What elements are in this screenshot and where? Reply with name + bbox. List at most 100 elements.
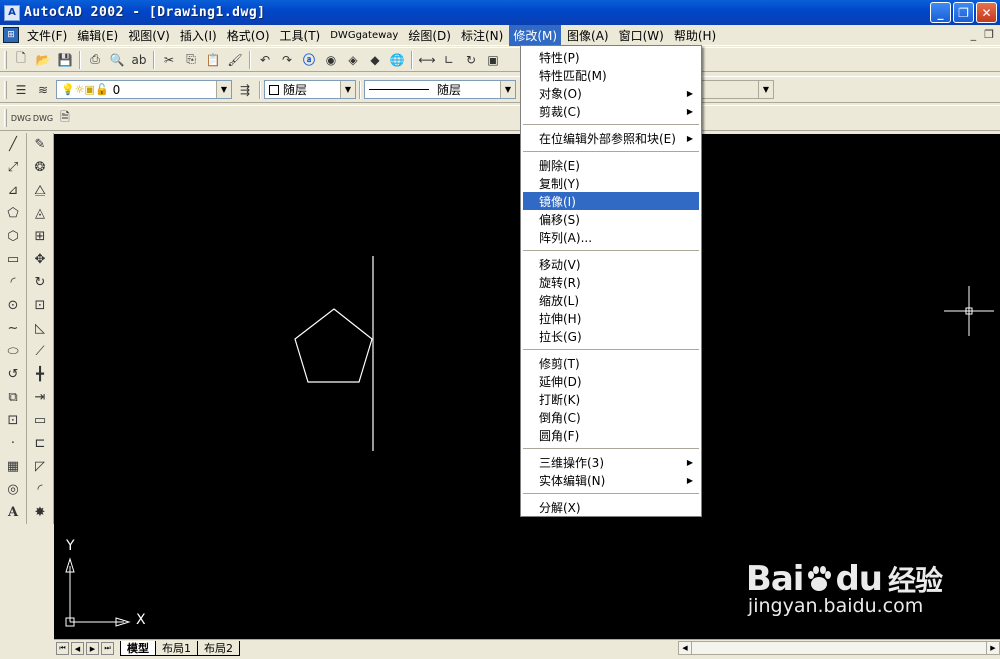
- copy-icon[interactable]: ⎘: [180, 50, 202, 70]
- modify-menu-item[interactable]: 三维操作(3) ▶: [521, 453, 701, 471]
- chevron-down-icon[interactable]: ▼: [216, 81, 231, 98]
- modify-menu-item[interactable]: 镜像(I): [523, 192, 699, 210]
- redraw-icon[interactable]: ↻: [460, 50, 482, 70]
- ellipse-arc-icon[interactable]: ↺: [1, 363, 25, 386]
- lengthen-icon[interactable]: ⟋: [28, 340, 52, 363]
- dwg-save-icon[interactable]: DWG: [32, 108, 54, 128]
- scroll-left-icon[interactable]: ◀: [679, 642, 692, 654]
- minimize-button[interactable]: _: [930, 2, 951, 23]
- break-icon[interactable]: ▭: [28, 409, 52, 432]
- modify-menu-item[interactable]: 特性(P): [521, 48, 701, 66]
- mirror-icon[interactable]: ⧋: [28, 179, 52, 202]
- move-icon[interactable]: ✥: [28, 248, 52, 271]
- make-object-layer-current-icon[interactable]: ⇶: [234, 80, 256, 100]
- dwg-convert-icon[interactable]: 🗎: [54, 108, 76, 128]
- region-icon[interactable]: ◎: [1, 478, 25, 501]
- layer-combo[interactable]: 💡☼▣🔓 0 ▼: [56, 80, 232, 99]
- erase-icon[interactable]: ✎: [28, 133, 52, 156]
- menu-file[interactable]: 文件(F): [23, 25, 71, 46]
- modify-menu-item[interactable]: 分解(X): [521, 498, 701, 516]
- modify-menu-item[interactable]: 延伸(D): [521, 372, 701, 390]
- today-icon[interactable]: ⓐ: [298, 50, 320, 70]
- fillet-icon[interactable]: ◜: [28, 478, 52, 501]
- undo-icon[interactable]: ↶: [254, 50, 276, 70]
- menu-format[interactable]: 格式(O): [223, 25, 274, 46]
- tab-layout2[interactable]: 布局2: [197, 641, 240, 656]
- modify-menu-item[interactable]: 旋转(R): [521, 273, 701, 291]
- extend-icon[interactable]: ⇥: [28, 386, 52, 409]
- print-icon[interactable]: ⎙: [84, 50, 106, 70]
- stretch-icon[interactable]: ◺: [28, 317, 52, 340]
- hexagon-icon[interactable]: ⬡: [1, 225, 25, 248]
- line-icon[interactable]: ╱: [1, 133, 25, 156]
- modify-menu-item[interactable]: 修剪(T): [521, 354, 701, 372]
- web-icon[interactable]: ◉: [320, 50, 342, 70]
- explode-icon[interactable]: ✸: [28, 501, 52, 524]
- modify-menu-item[interactable]: 移动(V): [521, 255, 701, 273]
- modify-menu-item[interactable]: 剪裁(C) ▶: [521, 102, 701, 120]
- mtext-icon[interactable]: A: [1, 501, 25, 524]
- menu-image[interactable]: 图像(A): [563, 25, 613, 46]
- menu-edit[interactable]: 编辑(E): [73, 25, 122, 46]
- copy-object-icon[interactable]: ❂: [28, 156, 52, 179]
- last-tab-icon[interactable]: ⏭: [101, 642, 114, 655]
- save-icon[interactable]: 💾: [54, 50, 76, 70]
- next-tab-icon[interactable]: ▶: [86, 642, 99, 655]
- menu-insert[interactable]: 插入(I): [176, 25, 221, 46]
- modify-menu-item[interactable]: 在位编辑外部参照和块(E) ▶: [521, 129, 701, 147]
- modify-menu-item[interactable]: 复制(Y): [521, 174, 701, 192]
- lineweight-combo[interactable]: ▼: [694, 80, 774, 99]
- mdi-restore-button[interactable]: ❐: [984, 28, 994, 41]
- hyperlink-icon[interactable]: 🌐: [386, 50, 408, 70]
- new-icon[interactable]: 🗋: [10, 50, 32, 70]
- open-icon[interactable]: 📂: [32, 50, 54, 70]
- toolbar-grip[interactable]: [4, 50, 7, 69]
- etransmit-icon[interactable]: ◆: [364, 50, 386, 70]
- point-icon[interactable]: ·: [1, 432, 25, 455]
- match-properties-icon[interactable]: 🖌: [224, 50, 246, 70]
- array-icon[interactable]: ⊞: [28, 225, 52, 248]
- cut-icon[interactable]: ✂: [158, 50, 180, 70]
- pan-icon[interactable]: ▣: [482, 50, 504, 70]
- rectangle-icon[interactable]: ▭: [1, 248, 25, 271]
- modify-menu-item[interactable]: 缩放(L): [521, 291, 701, 309]
- paste-icon[interactable]: 📋: [202, 50, 224, 70]
- chevron-down-icon[interactable]: ▼: [340, 81, 355, 98]
- chamfer-icon[interactable]: ◸: [28, 455, 52, 478]
- ellipse-icon[interactable]: ⬭: [1, 340, 25, 363]
- trim-icon[interactable]: ╋: [28, 363, 52, 386]
- autocad-app-icon[interactable]: A: [4, 4, 20, 21]
- menu-help[interactable]: 帮助(H): [670, 25, 720, 46]
- scale-icon[interactable]: ⊡: [28, 294, 52, 317]
- toolbar-grip[interactable]: [4, 109, 7, 127]
- ucs-icon[interactable]: ∟: [438, 50, 460, 70]
- menu-draw[interactable]: 绘图(D): [404, 25, 455, 46]
- chevron-down-icon[interactable]: ▼: [758, 81, 773, 98]
- break-at-point-icon[interactable]: ⊏: [28, 432, 52, 455]
- modify-menu-item[interactable]: 实体编辑(N) ▶: [521, 471, 701, 489]
- modify-menu-item[interactable]: 特性匹配(M): [521, 66, 701, 84]
- modify-menu-item[interactable]: 拉长(G): [521, 327, 701, 345]
- menu-dwggateway[interactable]: DWGgateway: [326, 28, 402, 43]
- pentagon[interactable]: [294, 308, 373, 383]
- spline-icon[interactable]: ∼: [1, 317, 25, 340]
- insert-block-icon[interactable]: ⧉: [1, 386, 25, 409]
- layer-manager-icon[interactable]: ☰: [10, 80, 32, 100]
- modify-menu-item[interactable]: 对象(O) ▶: [521, 84, 701, 102]
- make-block-icon[interactable]: ⊡: [1, 409, 25, 432]
- menu-tools[interactable]: 工具(T): [276, 25, 325, 46]
- distance-icon[interactable]: ⟷: [416, 50, 438, 70]
- title-bar[interactable]: A AutoCAD 2002 - [Drawing1.dwg] _ ❐ ✕: [0, 0, 1000, 25]
- print-preview-icon[interactable]: 🔍: [106, 50, 128, 70]
- restore-button[interactable]: ❐: [953, 2, 974, 23]
- menu-view[interactable]: 视图(V): [124, 25, 174, 46]
- modify-menu-item[interactable]: 倒角(C): [521, 408, 701, 426]
- chevron-down-icon[interactable]: ▼: [500, 81, 515, 98]
- arc-icon[interactable]: ◜: [1, 271, 25, 294]
- publish-icon[interactable]: ◈: [342, 50, 364, 70]
- offset-icon[interactable]: ◬: [28, 202, 52, 225]
- horizontal-scrollbar[interactable]: ◀ ▶: [678, 641, 1000, 655]
- polyline-icon[interactable]: ⊿: [1, 179, 25, 202]
- tab-model[interactable]: 模型: [120, 641, 156, 656]
- spell-check-icon[interactable]: ab: [128, 50, 150, 70]
